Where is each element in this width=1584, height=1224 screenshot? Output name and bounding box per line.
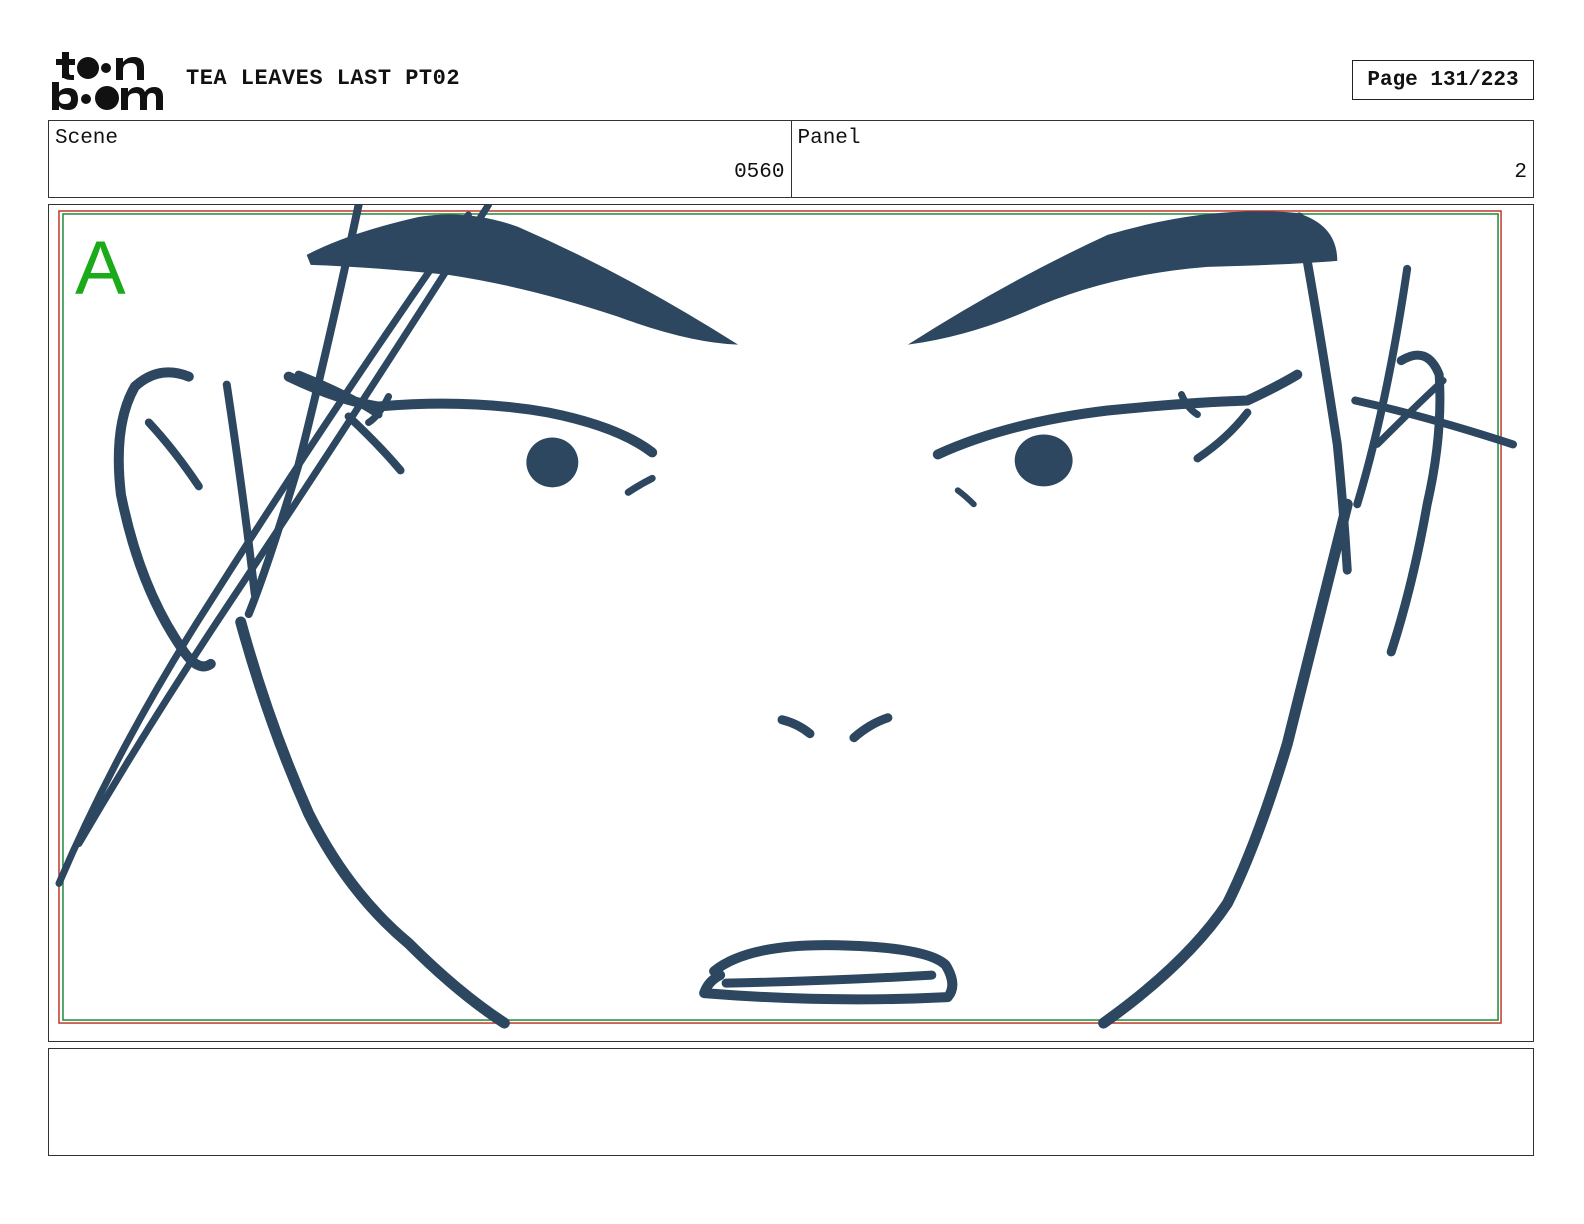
right-pupil — [1014, 434, 1073, 487]
face-sketch — [55, 205, 1518, 1029]
right-jaw — [1098, 498, 1353, 1029]
right-eyebrow — [907, 211, 1338, 345]
panel-value: 2 — [1514, 161, 1527, 184]
toon-boom-logo — [52, 52, 163, 110]
panel-label: Panel — [797, 127, 861, 150]
logo-dot — [81, 94, 91, 104]
left-nostril — [777, 715, 815, 739]
left-eyebrow — [306, 214, 739, 345]
logo-dot — [77, 57, 99, 79]
logo-dot — [95, 86, 119, 110]
safe-frame-inner — [62, 213, 1499, 1021]
left-pupil — [526, 437, 579, 488]
logo-letter-t — [56, 52, 75, 80]
scene-label: Scene — [55, 127, 119, 150]
scene-panel-info: Scene 0560 Panel 2 — [48, 120, 1534, 198]
layer-label: A — [75, 226, 126, 311]
right-under-eye — [954, 487, 977, 508]
logo-dot — [101, 63, 111, 73]
logo-letter-n — [116, 57, 144, 80]
left-ear-inner — [144, 418, 203, 491]
panel-notes-box[interactable] — [48, 1048, 1534, 1156]
right-ear — [1386, 350, 1445, 657]
right-cheek-line — [1294, 212, 1352, 575]
storyboard-panel: A — [48, 204, 1534, 1042]
logo-letter-b — [52, 82, 78, 110]
hair-stroke — [222, 380, 259, 599]
page-label: Page 131/223 — [1367, 68, 1519, 92]
panel-sketch — [55, 205, 1518, 1029]
right-eye-lash — [1193, 408, 1252, 463]
panel-cell: Panel 2 — [790, 121, 1534, 197]
scene-cell: Scene 0560 — [49, 121, 791, 197]
right-nostril — [849, 713, 893, 743]
left-jaw — [235, 616, 510, 1029]
logo-letter-m — [121, 87, 163, 110]
left-eye-lash — [344, 412, 405, 475]
left-under-eye — [624, 474, 656, 496]
left-eye-lid — [283, 371, 658, 458]
safe-frame-outer — [58, 210, 1502, 1024]
project-title: TEA LEAVES LAST PT02 — [186, 66, 461, 91]
hair-stroke — [1353, 264, 1412, 509]
page-indicator: Page 131/223 — [1352, 60, 1534, 100]
mouth-lower — [721, 970, 937, 988]
scene-value: 0560 — [734, 161, 785, 184]
